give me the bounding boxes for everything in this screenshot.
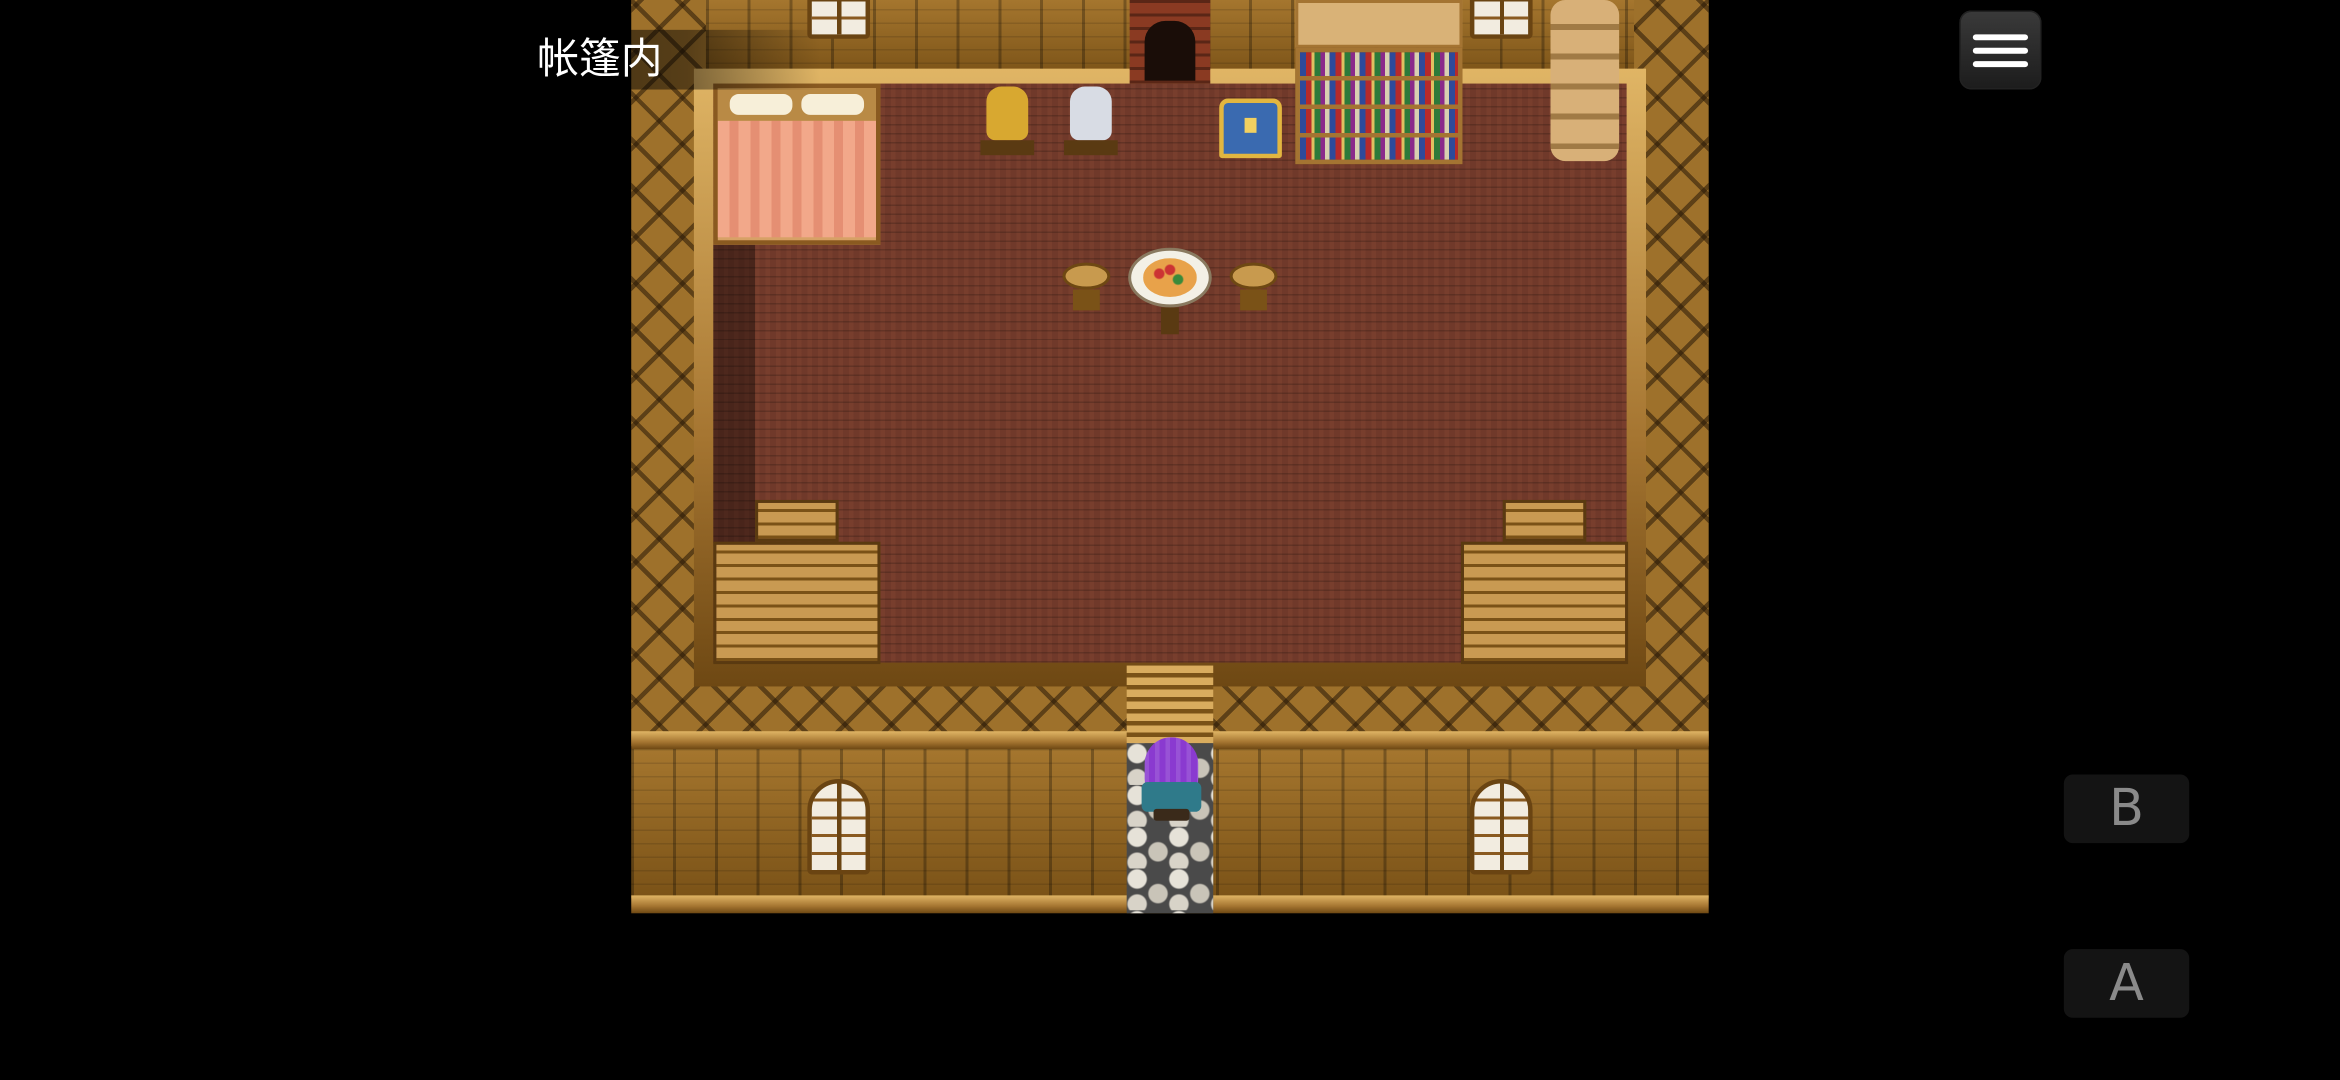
pizza-icon bbox=[1143, 258, 1197, 297]
entrance-stairs[interactable] bbox=[1126, 665, 1214, 744]
silver-armor-stand[interactable] bbox=[1058, 86, 1124, 162]
player-character bbox=[1136, 737, 1208, 821]
table-with-pizza[interactable] bbox=[1128, 247, 1212, 335]
map-name-window: 帐篷内 bbox=[522, 29, 821, 90]
front-window-right bbox=[1469, 778, 1533, 875]
front-window-left bbox=[807, 778, 871, 875]
gold-armor-stand[interactable] bbox=[974, 86, 1040, 162]
crate bbox=[1460, 541, 1629, 665]
map-name: 帐篷内 bbox=[537, 34, 663, 84]
grain-sacks bbox=[1550, 0, 1620, 162]
back-window-right bbox=[1469, 0, 1533, 39]
floor-shadow bbox=[713, 244, 756, 544]
stool-right bbox=[1229, 262, 1278, 314]
treasure-chest[interactable] bbox=[1219, 98, 1282, 159]
stool-left bbox=[1062, 262, 1111, 314]
brick-fireplace bbox=[1129, 0, 1211, 84]
tent-interior-map[interactable] bbox=[631, 0, 1709, 914]
crate bbox=[755, 499, 839, 542]
bookshelf-top bbox=[1295, 0, 1463, 48]
a-button[interactable]: A bbox=[2063, 949, 2190, 1018]
bookshelf[interactable] bbox=[1295, 47, 1463, 165]
game-screen[interactable]: 帐篷内 B A bbox=[0, 0, 2340, 1080]
crate bbox=[1502, 499, 1587, 542]
b-button[interactable]: B bbox=[2063, 774, 2190, 844]
crate bbox=[713, 541, 881, 665]
bed[interactable] bbox=[713, 83, 881, 245]
menu-button[interactable] bbox=[1959, 10, 2042, 90]
